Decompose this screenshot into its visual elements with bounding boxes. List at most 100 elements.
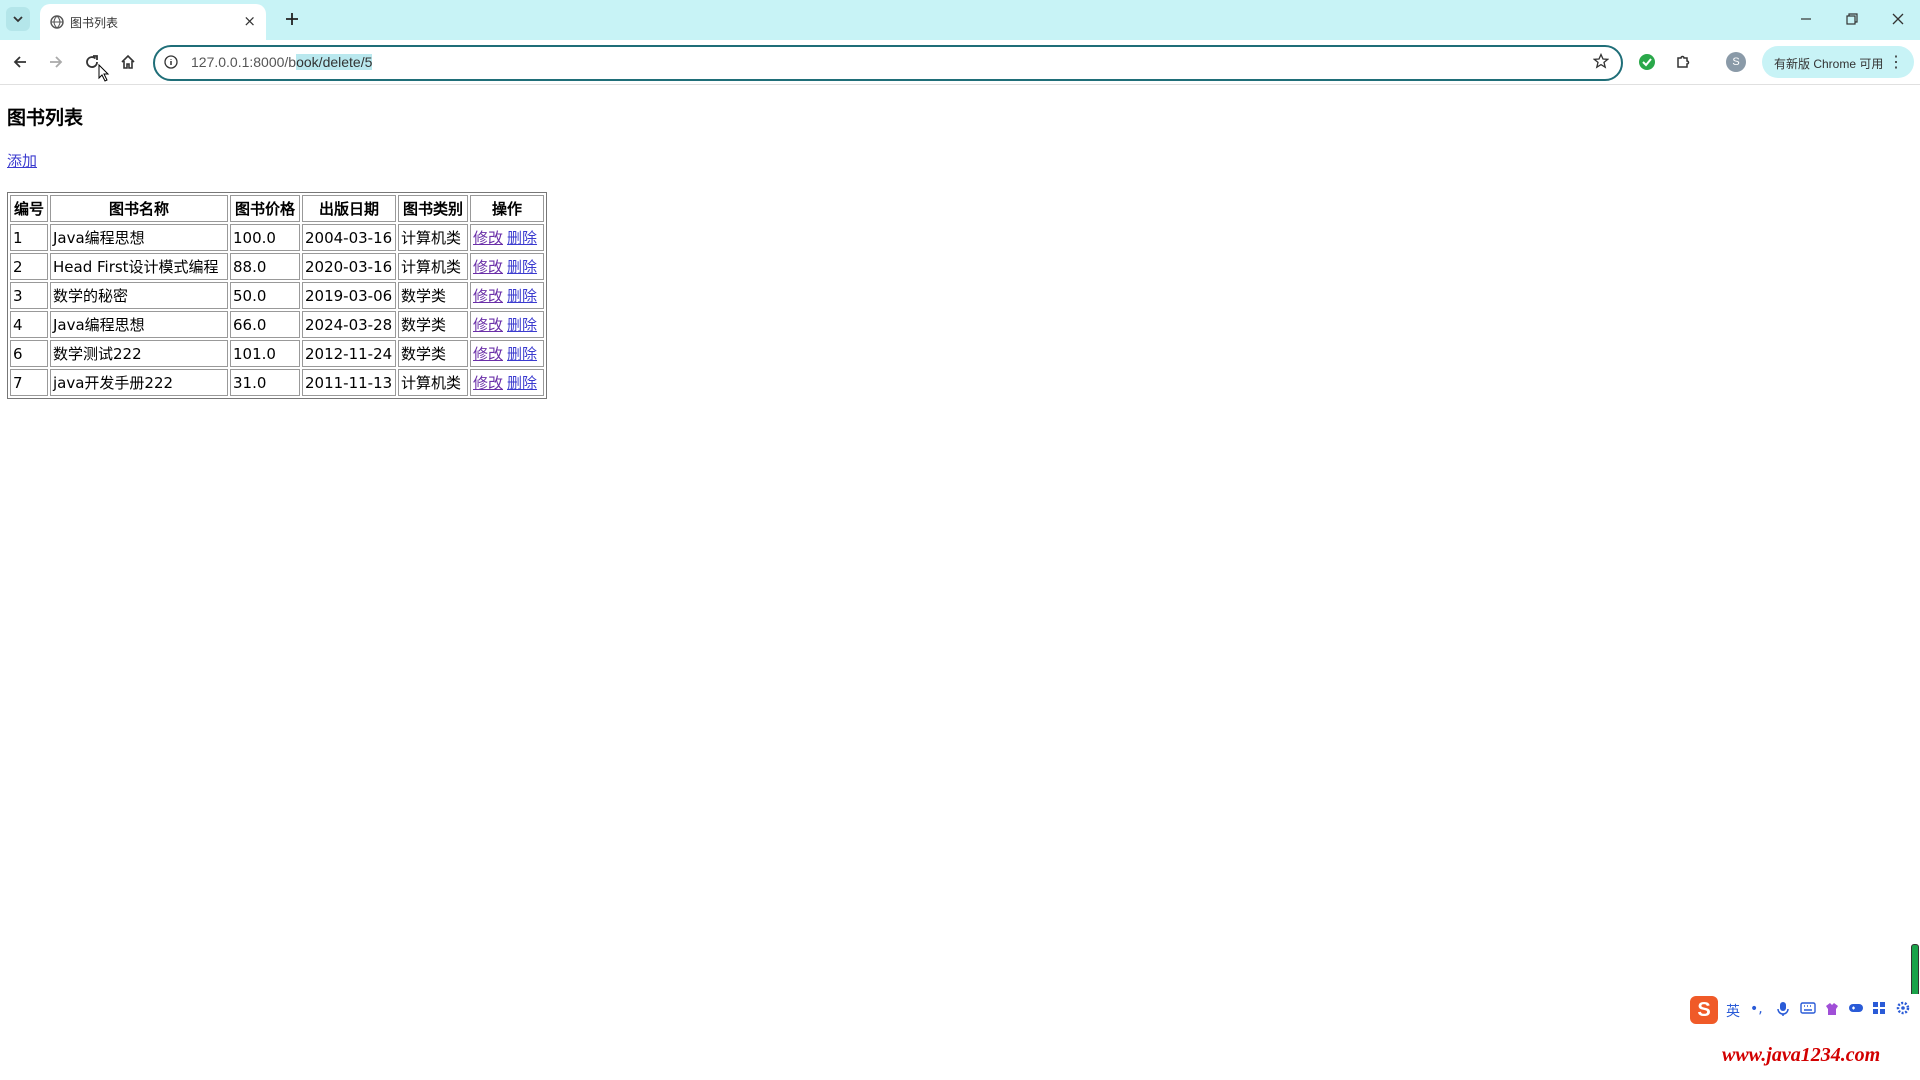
arrow-right-icon: [50, 56, 63, 68]
cell-category: 数学类: [398, 311, 468, 338]
delete-link[interactable]: 删除: [507, 287, 537, 305]
table-row: 3 数学的秘密 50.0 2019-03-06 数学类 修改 删除: [10, 282, 545, 309]
ime-logo-icon[interactable]: S: [1690, 996, 1718, 1024]
ime-punctuation-toggle[interactable]: •,: [1750, 1001, 1763, 1017]
forward-button[interactable]: [42, 48, 70, 76]
cell-date: 2020-03-16: [302, 253, 396, 280]
edit-link[interactable]: 修改: [473, 229, 503, 247]
cell-actions: 修改 删除: [470, 311, 545, 338]
settings-gear-icon[interactable]: [1896, 1001, 1910, 1019]
delete-link[interactable]: 删除: [507, 316, 537, 334]
extension-shield-button[interactable]: [1633, 48, 1661, 76]
cell-price: 31.0: [230, 369, 300, 396]
table-row: 6 数学测试222 101.0 2012-11-24 数学类 修改 删除: [10, 340, 545, 367]
cell-date: 2012-11-24: [302, 340, 396, 367]
cell-name: java开发手册222: [50, 369, 228, 396]
col-header-actions: 操作: [470, 195, 545, 222]
page-title: 图书列表: [7, 107, 84, 129]
table-row: 4 Java编程思想 66.0 2024-03-28 数学类 修改 删除: [10, 311, 545, 338]
update-label: 有新版 Chrome 可用: [1774, 57, 1884, 71]
browser-toolbar: 127.0.0.1:8000/book/delete/5 S 有新版 Chrom…: [0, 40, 1920, 85]
cell-id: 7: [10, 369, 48, 396]
gamepad-icon[interactable]: [1848, 1001, 1864, 1019]
keyboard-icon[interactable]: [1800, 1001, 1816, 1019]
cell-name: Java编程思想: [50, 224, 228, 251]
puzzle-icon: [1677, 55, 1690, 68]
cell-id: 3: [10, 282, 48, 309]
tab-search-button[interactable]: [6, 7, 30, 31]
more-menu-icon[interactable]: ⋮: [1888, 52, 1904, 72]
cell-name: Java编程思想: [50, 311, 228, 338]
watermark-text: www.java1234.com: [1722, 1044, 1881, 1066]
cell-price: 50.0: [230, 282, 300, 309]
cell-date: 2004-03-16: [302, 224, 396, 251]
col-header-category: 图书类别: [398, 195, 468, 222]
restore-button[interactable]: [1832, 6, 1872, 32]
delete-link[interactable]: 删除: [507, 345, 537, 363]
plus-icon: [286, 13, 298, 25]
cell-actions: 修改 删除: [470, 369, 545, 396]
tab-strip: 图书列表 ×: [0, 0, 1920, 40]
cell-actions: 修改 删除: [470, 282, 545, 309]
url-text[interactable]: 127.0.0.1:8000/book/delete/5: [191, 54, 373, 70]
cell-actions: 修改 删除: [470, 340, 545, 367]
new-tab-button[interactable]: [280, 7, 304, 31]
ime-toolbar: S 英 •,: [1686, 994, 1920, 1026]
back-button[interactable]: [6, 48, 34, 76]
cell-category: 计算机类: [398, 253, 468, 280]
cell-actions: 修改 删除: [470, 224, 545, 251]
col-header-price: 图书价格: [230, 195, 300, 222]
cell-id: 1: [10, 224, 48, 251]
col-header-name: 图书名称: [50, 195, 228, 222]
cell-name: Head First设计模式编程: [50, 253, 228, 280]
extensions-button[interactable]: [1669, 48, 1697, 76]
cell-price: 88.0: [230, 253, 300, 280]
site-info-icon[interactable]: [164, 54, 178, 73]
cell-date: 2011-11-13: [302, 369, 396, 396]
add-book-link[interactable]: 添加: [7, 150, 37, 171]
browser-tab[interactable]: 图书列表 ×: [40, 4, 266, 40]
cell-name: 数学的秘密: [50, 282, 228, 309]
cell-name: 数学测试222: [50, 340, 228, 367]
cell-category: 计算机类: [398, 369, 468, 396]
edit-link[interactable]: 修改: [473, 287, 503, 305]
table-header-row: 编号 图书名称 图书价格 出版日期 图书类别 操作: [10, 195, 545, 222]
address-bar[interactable]: 127.0.0.1:8000/book/delete/5: [153, 45, 1623, 81]
chrome-update-button[interactable]: 有新版 Chrome 可用 ⋮: [1762, 46, 1914, 78]
url-selected-text: ook/delete/5: [296, 54, 373, 70]
table-row: 2 Head First设计模式编程 88.0 2020-03-16 计算机类 …: [10, 253, 545, 280]
ime-language-toggle[interactable]: 英: [1726, 1001, 1740, 1021]
globe-icon: [50, 14, 64, 33]
tab-title: 图书列表: [70, 16, 119, 30]
tab-close-button[interactable]: ×: [243, 12, 256, 30]
delete-link[interactable]: 删除: [507, 229, 537, 247]
mouse-cursor-icon: [98, 64, 110, 82]
grid-apps-icon[interactable]: [1872, 1001, 1886, 1019]
cell-category: 数学类: [398, 282, 468, 309]
minimize-button[interactable]: [1786, 6, 1826, 32]
microphone-icon[interactable]: [1776, 1001, 1790, 1021]
table-row: 1 Java编程思想 100.0 2004-03-16 计算机类 修改 删除: [10, 224, 545, 251]
profile-avatar[interactable]: S: [1726, 52, 1746, 72]
cell-date: 2024-03-28: [302, 311, 396, 338]
edit-link[interactable]: 修改: [473, 374, 503, 392]
table-row: 7 java开发手册222 31.0 2011-11-13 计算机类 修改 删除: [10, 369, 545, 396]
cell-price: 101.0: [230, 340, 300, 367]
url-prefix: 127.0.0.1:8000/b: [191, 54, 297, 70]
home-icon: [121, 54, 135, 69]
delete-link[interactable]: 删除: [507, 374, 537, 392]
edit-link[interactable]: 修改: [473, 345, 503, 363]
skin-icon[interactable]: [1824, 1001, 1840, 1021]
col-header-date: 出版日期: [302, 195, 396, 222]
edit-link[interactable]: 修改: [473, 258, 503, 276]
bookmark-star-icon[interactable]: [1592, 52, 1610, 73]
shield-check-icon: [1639, 54, 1655, 70]
chevron-down-icon: [13, 16, 23, 23]
home-button[interactable]: [114, 48, 142, 76]
close-window-button[interactable]: [1878, 6, 1918, 32]
delete-link[interactable]: 删除: [507, 258, 537, 276]
cell-category: 数学类: [398, 340, 468, 367]
edit-link[interactable]: 修改: [473, 316, 503, 334]
cell-category: 计算机类: [398, 224, 468, 251]
cell-id: 2: [10, 253, 48, 280]
